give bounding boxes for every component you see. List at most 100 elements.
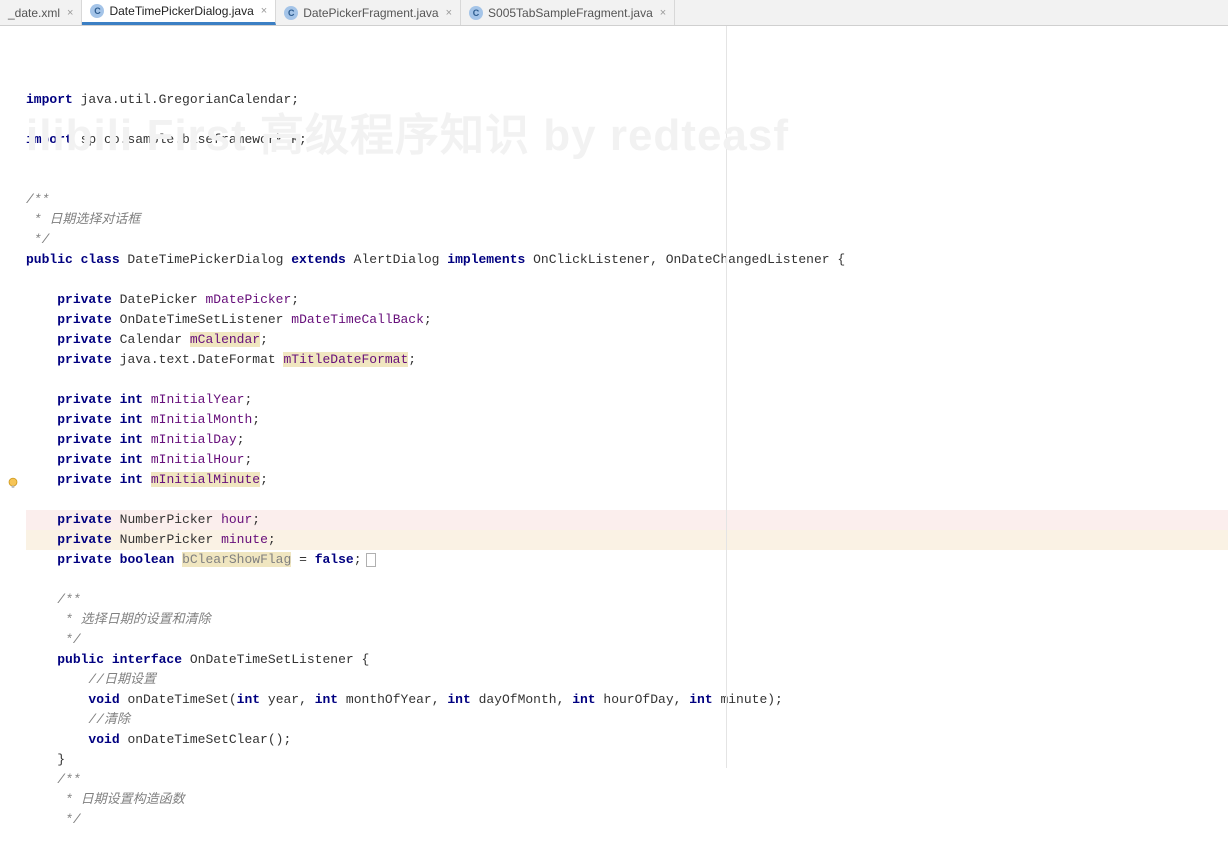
javadoc-close: */ [57,632,80,647]
field-name: mInitialMonth [151,412,252,427]
semicolon: ; [252,512,260,527]
semicolon: ; [252,412,260,427]
tab-datepickerfragment[interactable]: C DatePickerFragment.java × [276,0,461,25]
line-comment: //清除 [88,712,130,727]
kw-private: private [57,392,119,407]
method-name: onDateTimeSet [127,692,228,707]
method-name: onDateTimeSetClear [127,732,267,747]
param: minute); [720,692,782,707]
kw-private: private [57,472,119,487]
kw-int: int [120,392,151,407]
sig: (); [268,732,291,747]
kw-private: private [57,452,119,467]
highlighted-line: private NumberPicker minute; [26,530,1228,550]
kw-private: private [57,312,119,327]
kw-private: private [57,532,119,547]
brace: { [361,652,369,667]
kw-private: private [57,352,119,367]
field-name: mInitialDay [151,432,237,447]
javadoc-open: /** [26,192,49,207]
kw-interface: interface [112,652,190,667]
kw-false: false [315,552,354,567]
semicolon: ; [424,312,432,327]
java-file-icon: C [90,4,104,18]
javadoc-open: /** [57,592,80,607]
kw-private: private [57,292,119,307]
kw-private: private [57,552,119,567]
field-type: NumberPicker [120,532,221,547]
kw-void: void [88,732,127,747]
kw-int: int [120,412,151,427]
javadoc-close: */ [57,812,80,827]
import-path: sp.co.sample.baseframework.R; [73,132,307,147]
semicolon: ; [244,452,252,467]
highlighted-line: private NumberPicker hour; [26,510,1228,530]
kw-class: class [81,252,128,267]
kw-boolean: boolean [120,552,182,567]
field-name: minute [221,532,268,547]
kw-private: private [57,432,119,447]
semicolon: ; [244,392,252,407]
tab-s005tabsamplefragment[interactable]: C S005TabSampleFragment.java × [461,0,675,25]
semicolon: ; [291,292,299,307]
field-name: bClearShowFlag [182,552,291,567]
field-name: mInitialYear [151,392,245,407]
brace-close: } [57,752,65,767]
semicolon: ; [260,472,268,487]
editor-tabs: _date.xml × C DateTimePickerDialog.java … [0,0,1228,26]
kw-int: int [120,452,151,467]
super-class: AlertDialog [354,252,448,267]
field-name: hour [221,512,252,527]
interfaces: OnClickListener, OnDateChangedListener { [533,252,845,267]
field-name: mDateTimeCallBack [291,312,424,327]
tab-date-xml[interactable]: _date.xml × [0,0,82,25]
field-type: java.text.DateFormat [120,352,284,367]
close-icon[interactable]: × [67,7,73,19]
eq: = [291,552,314,567]
editor-area: ilibili First 高级程序知识 by redteasf import … [0,26,1228,768]
code-editor[interactable]: ilibili First 高级程序知识 by redteasf import … [26,26,1228,768]
class-name: DateTimePickerDialog [127,252,291,267]
param: year, [268,692,315,707]
field-type: NumberPicker [120,512,221,527]
semicolon: ; [354,552,362,567]
file-name: DateTimePickerDialog.java [109,4,253,18]
param: dayOfMonth, [479,692,573,707]
gutter [0,26,26,768]
field-type: Calendar [120,332,190,347]
field-type: DatePicker [120,292,206,307]
paren: ( [229,692,237,707]
javadoc-close: */ [26,232,49,247]
import-path: java.util.GregorianCalendar; [73,92,299,107]
close-icon[interactable]: × [261,5,267,17]
file-name: _date.xml [8,6,60,20]
field-name: mDatePicker [205,292,291,307]
param: hourOfDay, [603,692,689,707]
field-name: mInitialHour [151,452,245,467]
kw-private: private [57,332,119,347]
close-icon[interactable]: × [660,7,666,19]
interface-name: OnDateTimeSetListener [190,652,362,667]
caret [366,553,376,567]
kw-int: int [447,692,478,707]
field-name: mCalendar [190,332,260,347]
kw-import: import [26,132,73,147]
param: monthOfYear, [346,692,447,707]
file-name: DatePickerFragment.java [303,6,438,20]
tab-datetimepickerdialog[interactable]: C DateTimePickerDialog.java × [82,0,276,25]
semicolon: ; [408,352,416,367]
kw-public: public [57,652,112,667]
semicolon: ; [268,532,276,547]
field-type: OnDateTimeSetListener [120,312,292,327]
right-margin-line [726,26,727,768]
line-comment: //日期设置 [88,672,156,687]
lightbulb-icon[interactable] [6,476,20,490]
close-icon[interactable]: × [446,7,452,19]
semicolon: ; [237,432,245,447]
kw-int: int [572,692,603,707]
kw-private: private [57,412,119,427]
field-name: mInitialMinute [151,472,260,487]
file-name: S005TabSampleFragment.java [488,6,653,20]
kw-implements: implements [447,252,533,267]
kw-import: import [26,92,73,107]
